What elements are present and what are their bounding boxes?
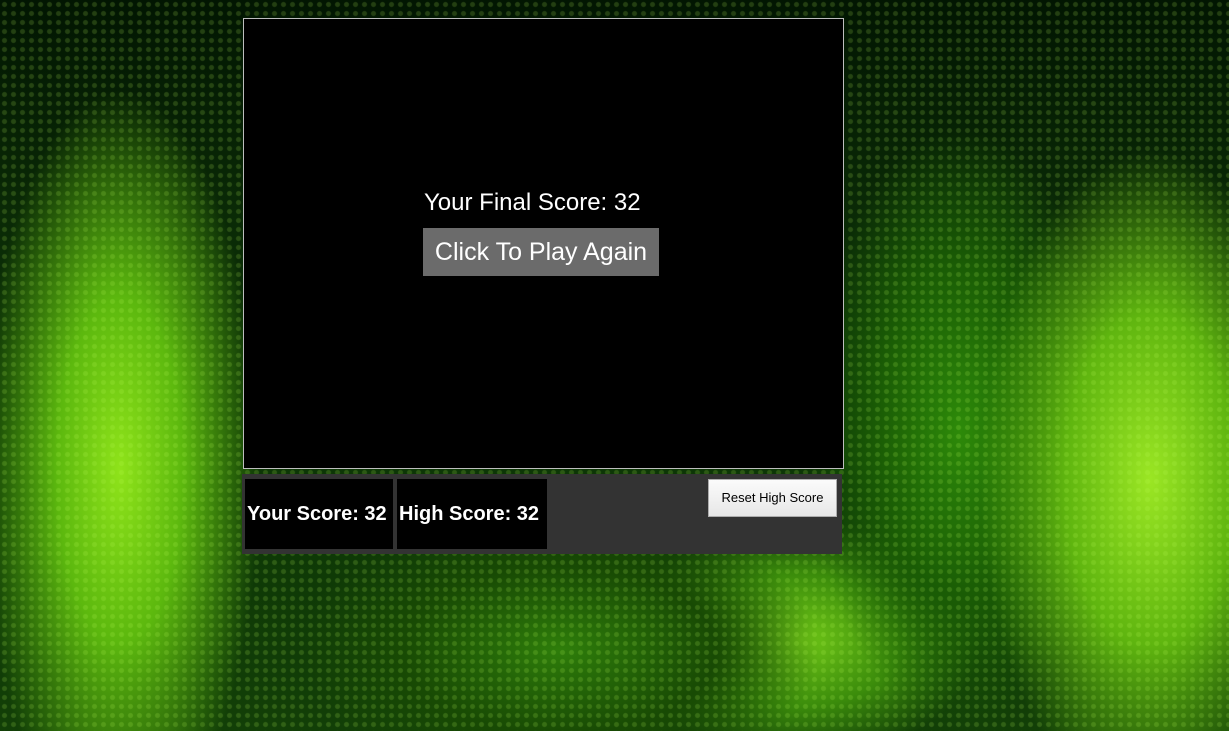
reset-high-score-button[interactable]: Reset High Score bbox=[708, 479, 837, 517]
game-canvas[interactable]: Your Final Score: 32 Click To Play Again bbox=[243, 18, 844, 469]
play-again-button[interactable]: Click To Play Again bbox=[423, 228, 659, 276]
score-bar: Your Score: 32 High Score: 32 Reset High… bbox=[242, 474, 842, 554]
final-score-text: Your Final Score: 32 bbox=[424, 189, 641, 216]
your-score-display: Your Score: 32 bbox=[245, 479, 393, 549]
high-score-display: High Score: 32 bbox=[397, 479, 547, 549]
